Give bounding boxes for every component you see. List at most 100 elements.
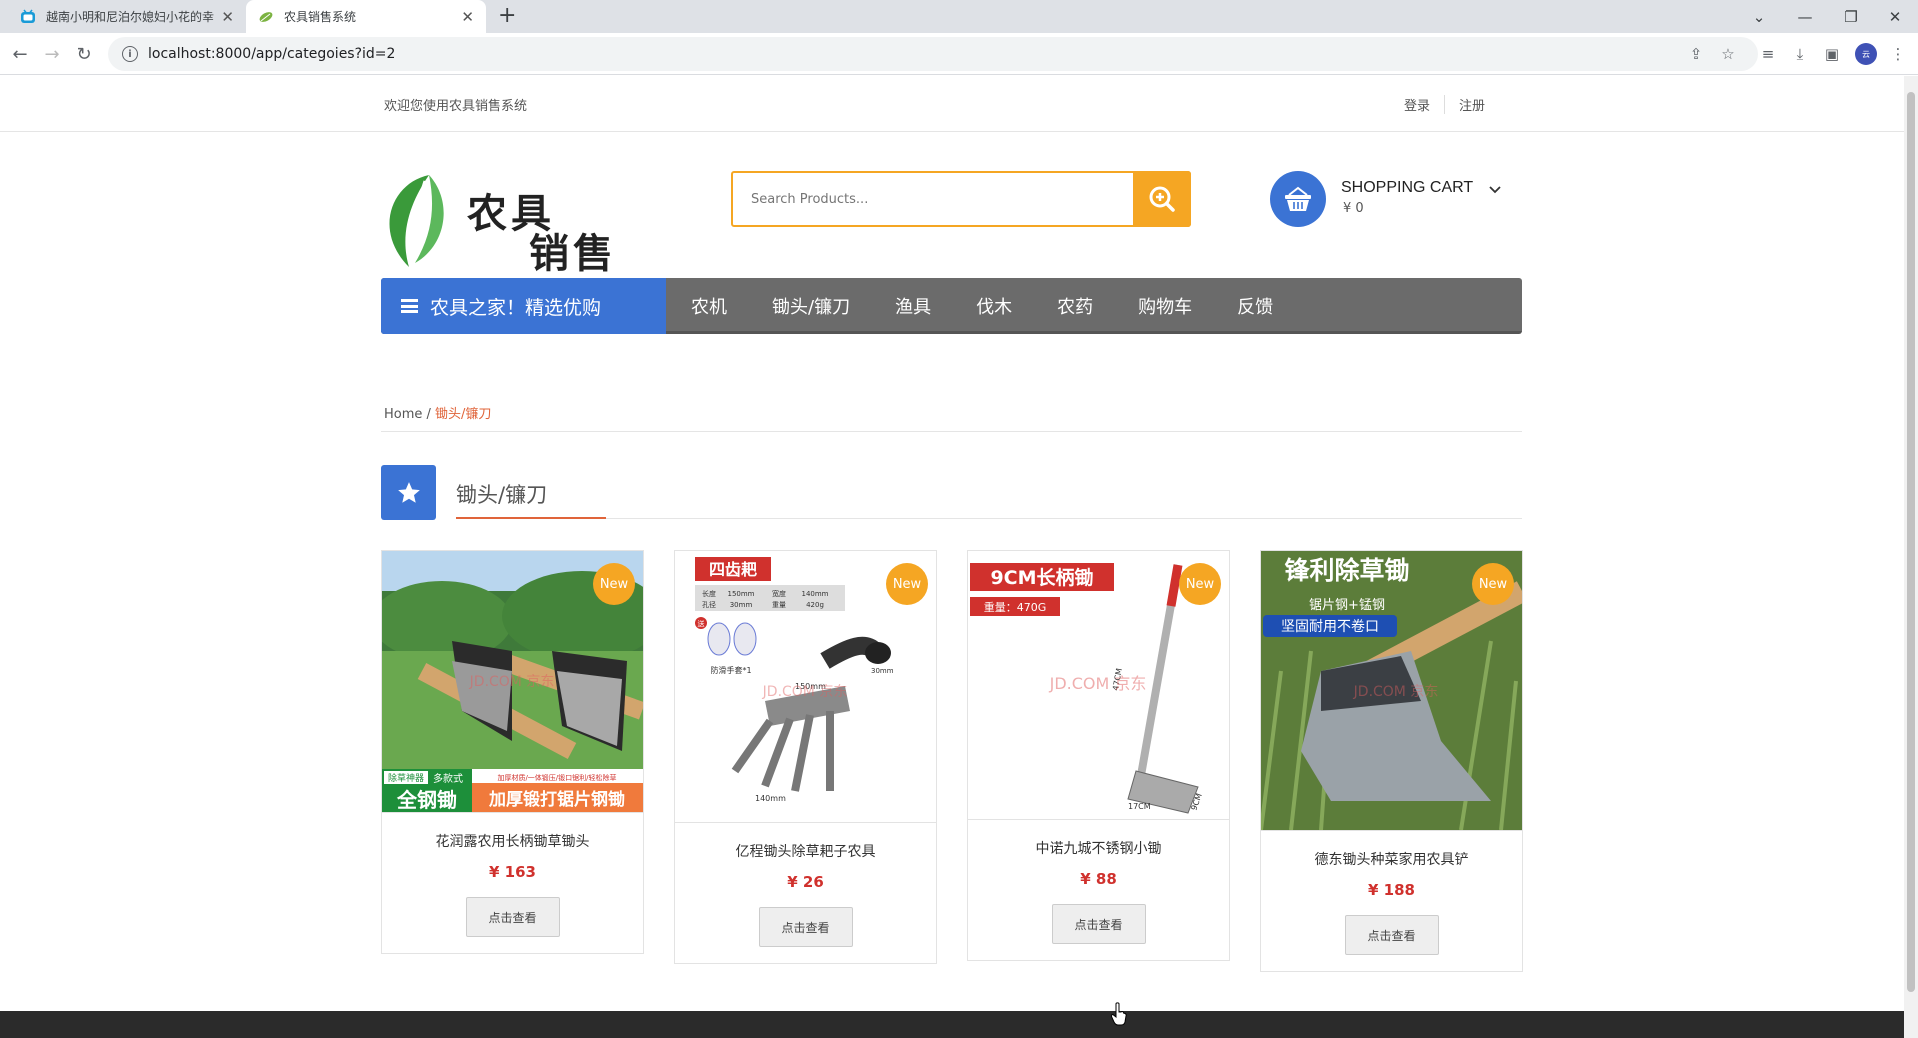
view-product-button[interactable]: 点击查看	[1051, 904, 1146, 944]
svg-text:四齿耙: 四齿耙	[709, 560, 757, 579]
svg-text:宽度: 宽度	[772, 589, 786, 598]
new-badge: New	[1179, 563, 1221, 605]
account-links: 登录 注册	[1390, 95, 1499, 114]
main-navigation: 农具之家！精选优购 农机 锄头/镰刀 渔具 伐木 农药 购物车 反馈	[381, 278, 1522, 334]
svg-text:140mm: 140mm	[802, 590, 829, 598]
url-text: localhost:8000/app/categoies?id=2	[148, 46, 396, 62]
address-bar-row: ← → ↻ i localhost:8000/app/categoies?id=…	[0, 33, 1918, 75]
hamburger-icon	[401, 299, 418, 313]
product-name[interactable]: 花润露农用长柄锄草锄头	[382, 831, 643, 851]
nav-items: 农机 锄头/镰刀 渔具 伐木 农药 购物车 反馈	[691, 278, 1318, 334]
svg-text:30mm: 30mm	[871, 667, 894, 675]
divider	[381, 431, 1522, 432]
browser-tab-active[interactable]: 农具销售系统 ✕	[246, 0, 486, 33]
minimize-button[interactable]: —	[1782, 0, 1828, 33]
shopping-cart-widget[interactable]: SHOPPING CART ¥ 0	[1270, 171, 1530, 227]
svg-text:重量: 重量	[772, 601, 786, 609]
view-product-button[interactable]: 点击查看	[465, 897, 560, 937]
svg-text:JD.COM 京东: JD.COM 京东	[1049, 674, 1147, 693]
svg-text:全钢锄: 全钢锄	[396, 788, 457, 812]
svg-text:加厚锻打锯片钢锄: 加厚锻打锯片钢锄	[488, 789, 625, 810]
product-info: 德东锄头种菜家用农具铲 ¥ 188 点击查看	[1261, 830, 1522, 971]
nav-item-pesticides[interactable]: 农药	[1057, 293, 1093, 319]
url-field[interactable]: i localhost:8000/app/categoies?id=2	[108, 37, 1758, 71]
register-link[interactable]: 注册	[1444, 95, 1499, 114]
product-image[interactable]: 9CM长柄锄 重量：470G 47CM 17CM 9CM JD.COM 京东 N…	[968, 551, 1229, 819]
tab-search-icon[interactable]: ⌄	[1736, 0, 1782, 33]
close-icon[interactable]: ✕	[461, 8, 474, 26]
product-price: ¥ 163	[489, 863, 536, 881]
product-name[interactable]: 中诺九城不锈钢小锄	[968, 838, 1229, 858]
product-name[interactable]: 德东锄头种菜家用农具铲	[1261, 849, 1522, 869]
nav-item-feedback[interactable]: 反馈	[1237, 293, 1273, 319]
tab-title: 越南小明和尼泊尔媳妇小花的幸	[46, 10, 215, 24]
svg-text:140mm: 140mm	[755, 794, 786, 803]
chevron-down-icon[interactable]	[1488, 183, 1502, 199]
search-icon	[1149, 186, 1175, 212]
site-info-icon[interactable]: i	[122, 46, 138, 62]
svg-text:多款式: 多款式	[433, 772, 463, 785]
nav-item-logging[interactable]: 伐木	[976, 293, 1012, 319]
product-image[interactable]: 四齿耙 长度 150mm 宽度 140mm 孔径 30mm 重量 420g 送 …	[675, 551, 936, 822]
view-product-button[interactable]: 点击查看	[1344, 915, 1439, 955]
breadcrumb-separator: /	[422, 407, 436, 422]
nav-item-cart[interactable]: 购物车	[1138, 293, 1192, 319]
product-price: ¥ 26	[787, 873, 824, 891]
svg-text:坚固耐用不卷口: 坚固耐用不卷口	[1281, 619, 1379, 635]
share-icon[interactable]: ⇪	[1686, 44, 1706, 64]
section-divider	[456, 518, 1522, 519]
scrollbar-thumb[interactable]	[1907, 92, 1915, 992]
login-link[interactable]: 登录	[1390, 95, 1444, 114]
svg-text:防滑手套*1: 防滑手套*1	[710, 665, 751, 675]
close-icon[interactable]: ✕	[221, 8, 234, 26]
download-icon[interactable]: ⤓	[1790, 44, 1810, 64]
logo-text-line2: 销售	[529, 230, 617, 277]
svg-text:150mm: 150mm	[728, 590, 755, 598]
product-price: ¥ 88	[1080, 870, 1117, 888]
close-window-button[interactable]: ✕	[1872, 0, 1918, 33]
forward-icon[interactable]: →	[40, 42, 64, 66]
browser-tab[interactable]: 越南小明和尼泊尔媳妇小花的幸 ✕	[8, 0, 246, 33]
media-icon[interactable]: ≡	[1758, 44, 1778, 64]
breadcrumb-current: 锄头/镰刀	[435, 407, 492, 422]
product-name[interactable]: 亿程锄头除草耙子农具	[675, 841, 936, 861]
product-card: 锋利除草锄 锯片钢+锰钢 坚固耐用不卷口 JD.COM 京东 New 德东锄头种…	[1260, 550, 1523, 972]
view-product-button[interactable]: 点击查看	[758, 907, 853, 947]
product-image[interactable]: 锋利除草锄 锯片钢+锰钢 坚固耐用不卷口 JD.COM 京东 New	[1261, 551, 1522, 830]
footer-bar	[0, 1011, 1904, 1038]
product-card: JD.COM 京东 除草神器 多款式 全钢锄 加厚材质/一体锻压/锻口锯利/轻松…	[381, 550, 644, 954]
nav-item-fishing-gear[interactable]: 渔具	[895, 293, 931, 319]
product-info: 花润露农用长柄锄草锄头 ¥ 163 点击查看	[382, 812, 643, 953]
breadcrumb-home[interactable]: Home	[384, 407, 422, 422]
category-label: 农具之家！精选优购	[430, 296, 602, 319]
menu-icon[interactable]: ⋮	[1888, 44, 1908, 64]
bookmark-star-icon[interactable]: ☆	[1718, 44, 1738, 64]
reload-icon[interactable]: ↻	[72, 42, 96, 66]
category-menu-button[interactable]: 农具之家！精选优购	[381, 278, 666, 334]
new-tab-button[interactable]: +	[498, 4, 516, 28]
nav-item-hoes-sickles[interactable]: 锄头/镰刀	[772, 293, 850, 319]
restore-button[interactable]: ❐	[1828, 0, 1874, 33]
svg-text:送: 送	[698, 619, 705, 628]
page-viewport: 欢迎您使用农具销售系统 登录 注册 农具 销售 Search Products.…	[0, 76, 1904, 1038]
svg-text:加厚材质/一体锻压/锻口锯利/轻松除草: 加厚材质/一体锻压/锻口锯利/轻松除草	[497, 773, 616, 782]
product-info: 亿程锄头除草耙子农具 ¥ 26 点击查看	[675, 822, 936, 963]
back-icon[interactable]: ←	[8, 42, 32, 66]
product-info: 中诺九城不锈钢小锄 ¥ 88 点击查看	[968, 819, 1229, 960]
sidebar-icon[interactable]: ▣	[1822, 44, 1842, 64]
section-title: 锄头/镰刀	[456, 483, 548, 507]
product-card: 9CM长柄锄 重量：470G 47CM 17CM 9CM JD.COM 京东 N…	[967, 550, 1230, 961]
svg-text:锋利除草锄: 锋利除草锄	[1284, 556, 1409, 585]
leaf-logo-icon	[389, 175, 444, 267]
search-button[interactable]	[1133, 171, 1191, 227]
nav-item-farm-machinery[interactable]: 农机	[691, 293, 727, 319]
site-logo[interactable]: 农具 销售	[381, 171, 641, 277]
section-title-underline	[456, 517, 606, 519]
product-image[interactable]: JD.COM 京东 除草神器 多款式 全钢锄 加厚材质/一体锻压/锻口锯利/轻松…	[382, 551, 643, 812]
svg-text:长度: 长度	[702, 589, 716, 598]
search-input[interactable]	[733, 173, 1133, 225]
svg-text:30mm: 30mm	[730, 601, 753, 609]
page-scrollbar[interactable]	[1904, 76, 1918, 1038]
svg-text:420g: 420g	[806, 601, 824, 609]
profile-avatar[interactable]: 云	[1855, 43, 1877, 65]
